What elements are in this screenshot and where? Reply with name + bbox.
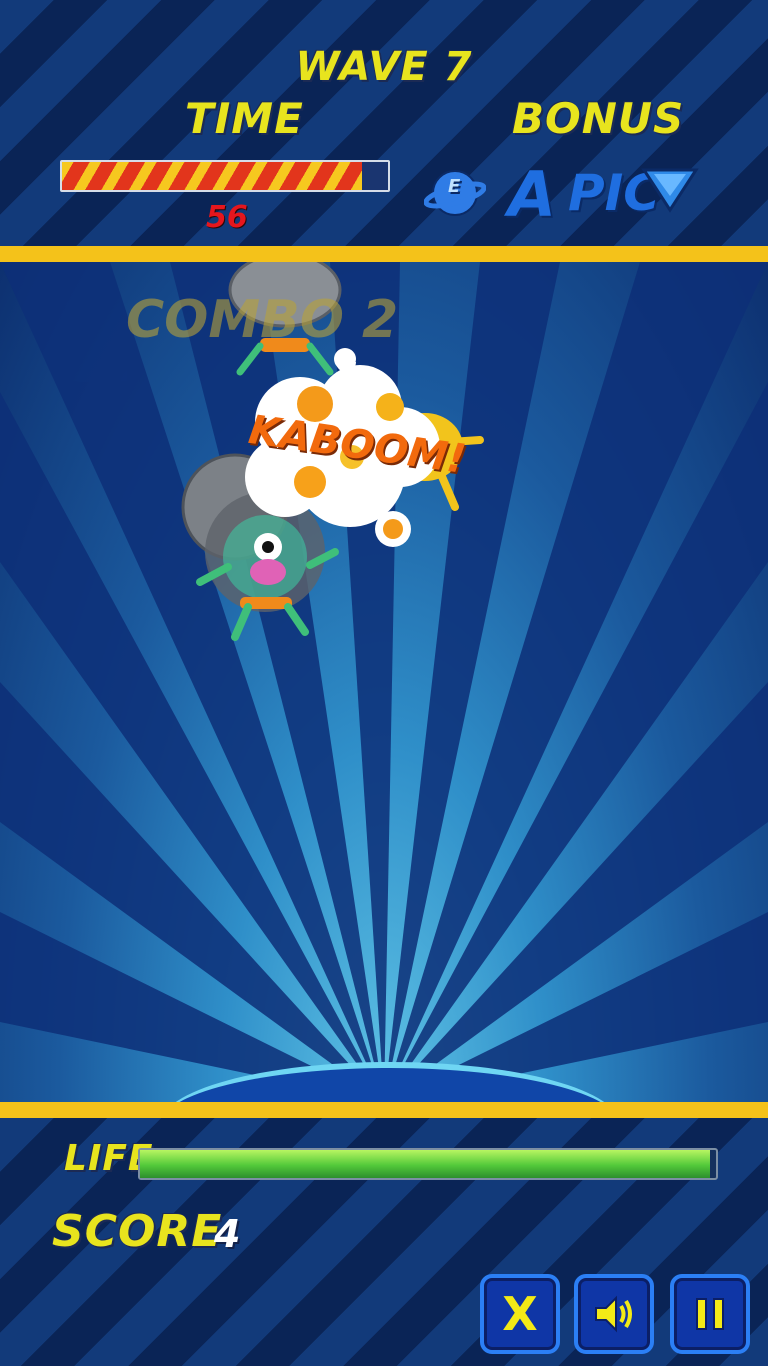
top-divider <box>0 246 768 262</box>
score-label: SCORE <box>52 1206 223 1257</box>
combo-text: COMBO 2 <box>126 290 399 350</box>
time-bar-fill <box>62 162 362 190</box>
life-bar-fill <box>140 1150 711 1178</box>
time-label: TIME <box>185 94 304 143</box>
bonus-letter-a: A <box>508 158 556 231</box>
time-bar <box>60 160 390 192</box>
bonus-icons: E A PIC <box>418 158 718 231</box>
bonus-label: BONUS <box>512 94 685 143</box>
close-button[interactable]: X <box>480 1274 560 1354</box>
pause-button[interactable] <box>670 1274 750 1354</box>
speaker-icon <box>595 1295 632 1333</box>
bottom-divider <box>0 1102 768 1118</box>
score-value: 4 <box>214 1212 241 1256</box>
explosion-bubble <box>375 511 411 547</box>
life-bar <box>138 1148 718 1180</box>
arrow-down-icon <box>641 168 699 213</box>
pause-icon <box>696 1298 724 1330</box>
wave-label: WAVE 7 <box>295 44 473 90</box>
time-value: 56 <box>206 200 248 235</box>
game-area[interactable]: KABOOM! <box>0 262 768 1102</box>
planet-icon: E <box>424 170 486 216</box>
sound-button[interactable] <box>574 1274 654 1354</box>
close-icon: X <box>502 1287 538 1341</box>
svg-text:E: E <box>448 176 461 197</box>
